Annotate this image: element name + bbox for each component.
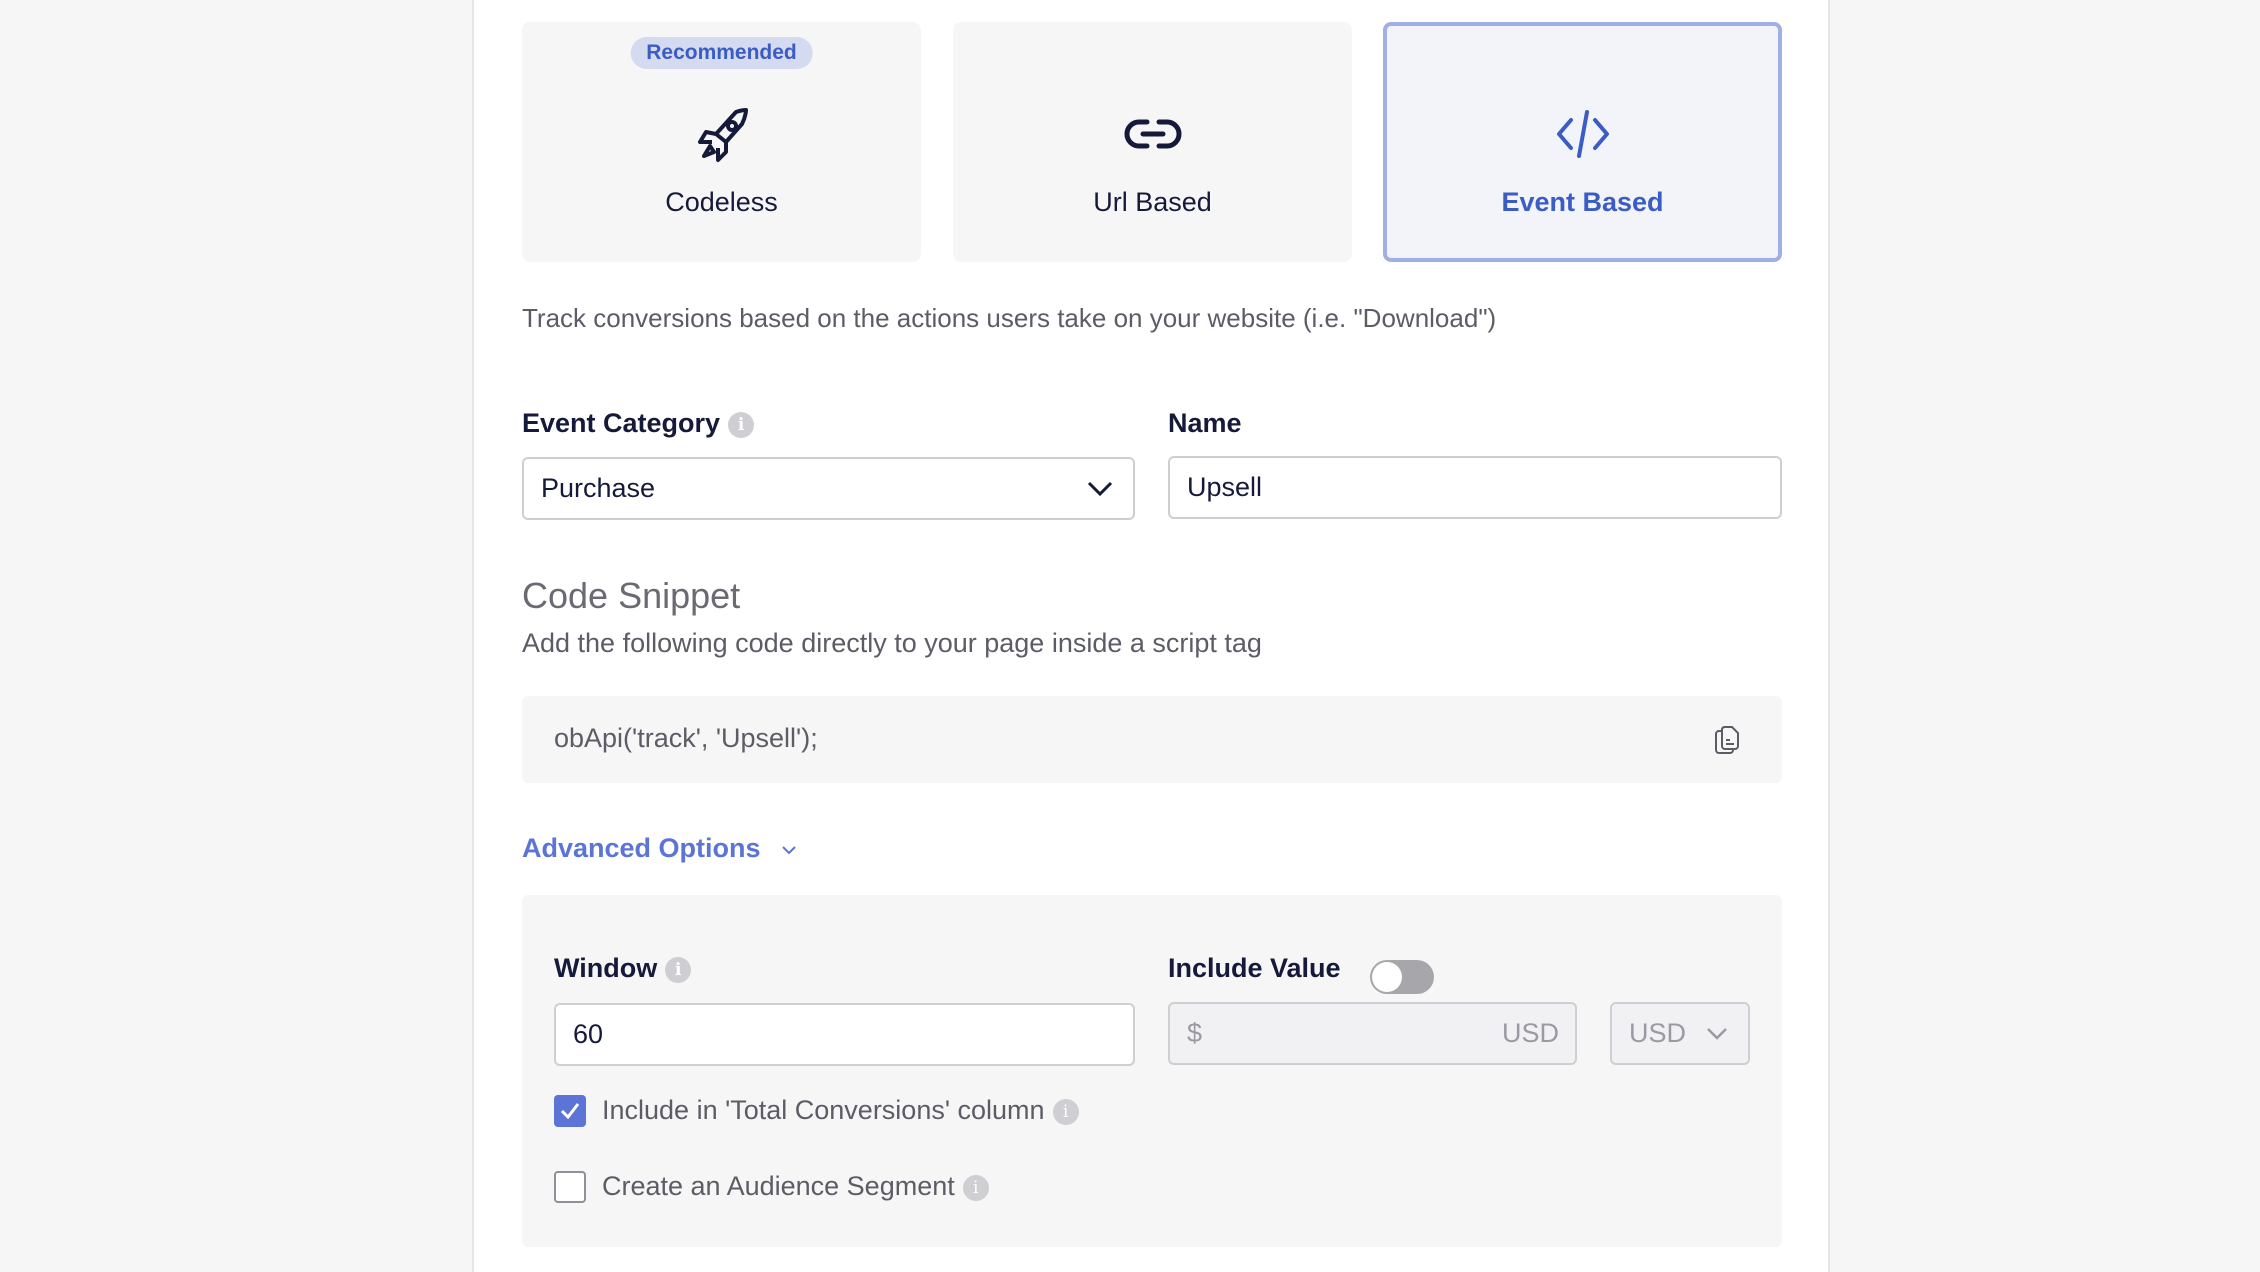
card-label: Event Based <box>1501 187 1664 217</box>
chevron-down-icon <box>1087 481 1113 497</box>
value-amount-input[interactable]: $ USD <box>1168 1002 1577 1065</box>
info-icon[interactable]: i <box>665 956 692 983</box>
chevron-down-icon <box>782 846 796 855</box>
name-label: Name <box>1168 408 1242 438</box>
advanced-options-toggle[interactable]: Advanced Options <box>522 833 798 864</box>
recommended-badge: Recommended <box>630 37 813 69</box>
tracking-description: Track conversions based on the actions u… <box>522 303 1497 333</box>
rocket-icon <box>697 108 748 162</box>
currency-suffix: USD <box>1501 1018 1559 1048</box>
window-label: Window i <box>554 953 692 984</box>
currency-select[interactable]: USD <box>1610 1002 1750 1065</box>
total-conversions-text: Include in 'Total Conversions' column <box>602 1095 1045 1125</box>
audience-segment-checkbox[interactable] <box>554 1171 586 1203</box>
tracking-type-codeless[interactable]: Recommended Codeless <box>522 22 921 262</box>
event-category-label-text: Event Category <box>522 408 721 438</box>
total-conversions-checkbox[interactable] <box>554 1095 586 1127</box>
chevron-down-icon <box>1707 1028 1727 1040</box>
link-icon <box>1124 119 1181 149</box>
include-value-label: Include Value <box>1168 953 1341 983</box>
currency-value: USD <box>1629 1018 1687 1048</box>
currency-prefix: $ <box>1187 1018 1203 1048</box>
event-category-select[interactable]: Purchase <box>522 457 1135 520</box>
toggle-knob <box>1372 962 1402 992</box>
code-snippet-subtitle: Add the following code directly to your … <box>522 628 1262 658</box>
window-label-text: Window <box>554 953 658 983</box>
name-input[interactable]: Upsell <box>1168 456 1782 519</box>
name-value: Upsell <box>1187 472 1263 502</box>
code-snippet-text: obApi('track', 'Upsell'); <box>554 723 818 753</box>
card-label: Url Based <box>1093 187 1212 217</box>
tracking-type-event-based[interactable]: Event Based <box>1383 22 1782 262</box>
info-icon[interactable]: i <box>1052 1098 1079 1125</box>
total-conversions-label: Include in 'Total Conversions' column i <box>602 1095 1079 1126</box>
checkmark-icon <box>560 1103 580 1120</box>
code-snippet-box: obApi('track', 'Upsell'); <box>522 696 1782 783</box>
window-value: 60 <box>573 1019 604 1049</box>
copy-icon[interactable] <box>1714 725 1742 755</box>
event-category-label: Event Category i <box>522 408 755 439</box>
code-snippet-title: Code Snippet <box>522 575 741 616</box>
card-label: Codeless <box>665 187 778 217</box>
include-value-toggle[interactable] <box>1370 960 1434 994</box>
window-input[interactable]: 60 <box>554 1003 1135 1066</box>
audience-segment-label: Create an Audience Segment i <box>602 1171 989 1202</box>
code-icon <box>1556 110 1609 158</box>
advanced-options-label: Advanced Options <box>522 833 761 863</box>
tracking-type-url-based[interactable]: Url Based <box>953 22 1352 262</box>
audience-segment-text: Create an Audience Segment <box>602 1171 955 1201</box>
event-category-value: Purchase <box>541 473 656 503</box>
info-icon[interactable]: i <box>728 411 755 438</box>
info-icon[interactable]: i <box>962 1174 989 1201</box>
